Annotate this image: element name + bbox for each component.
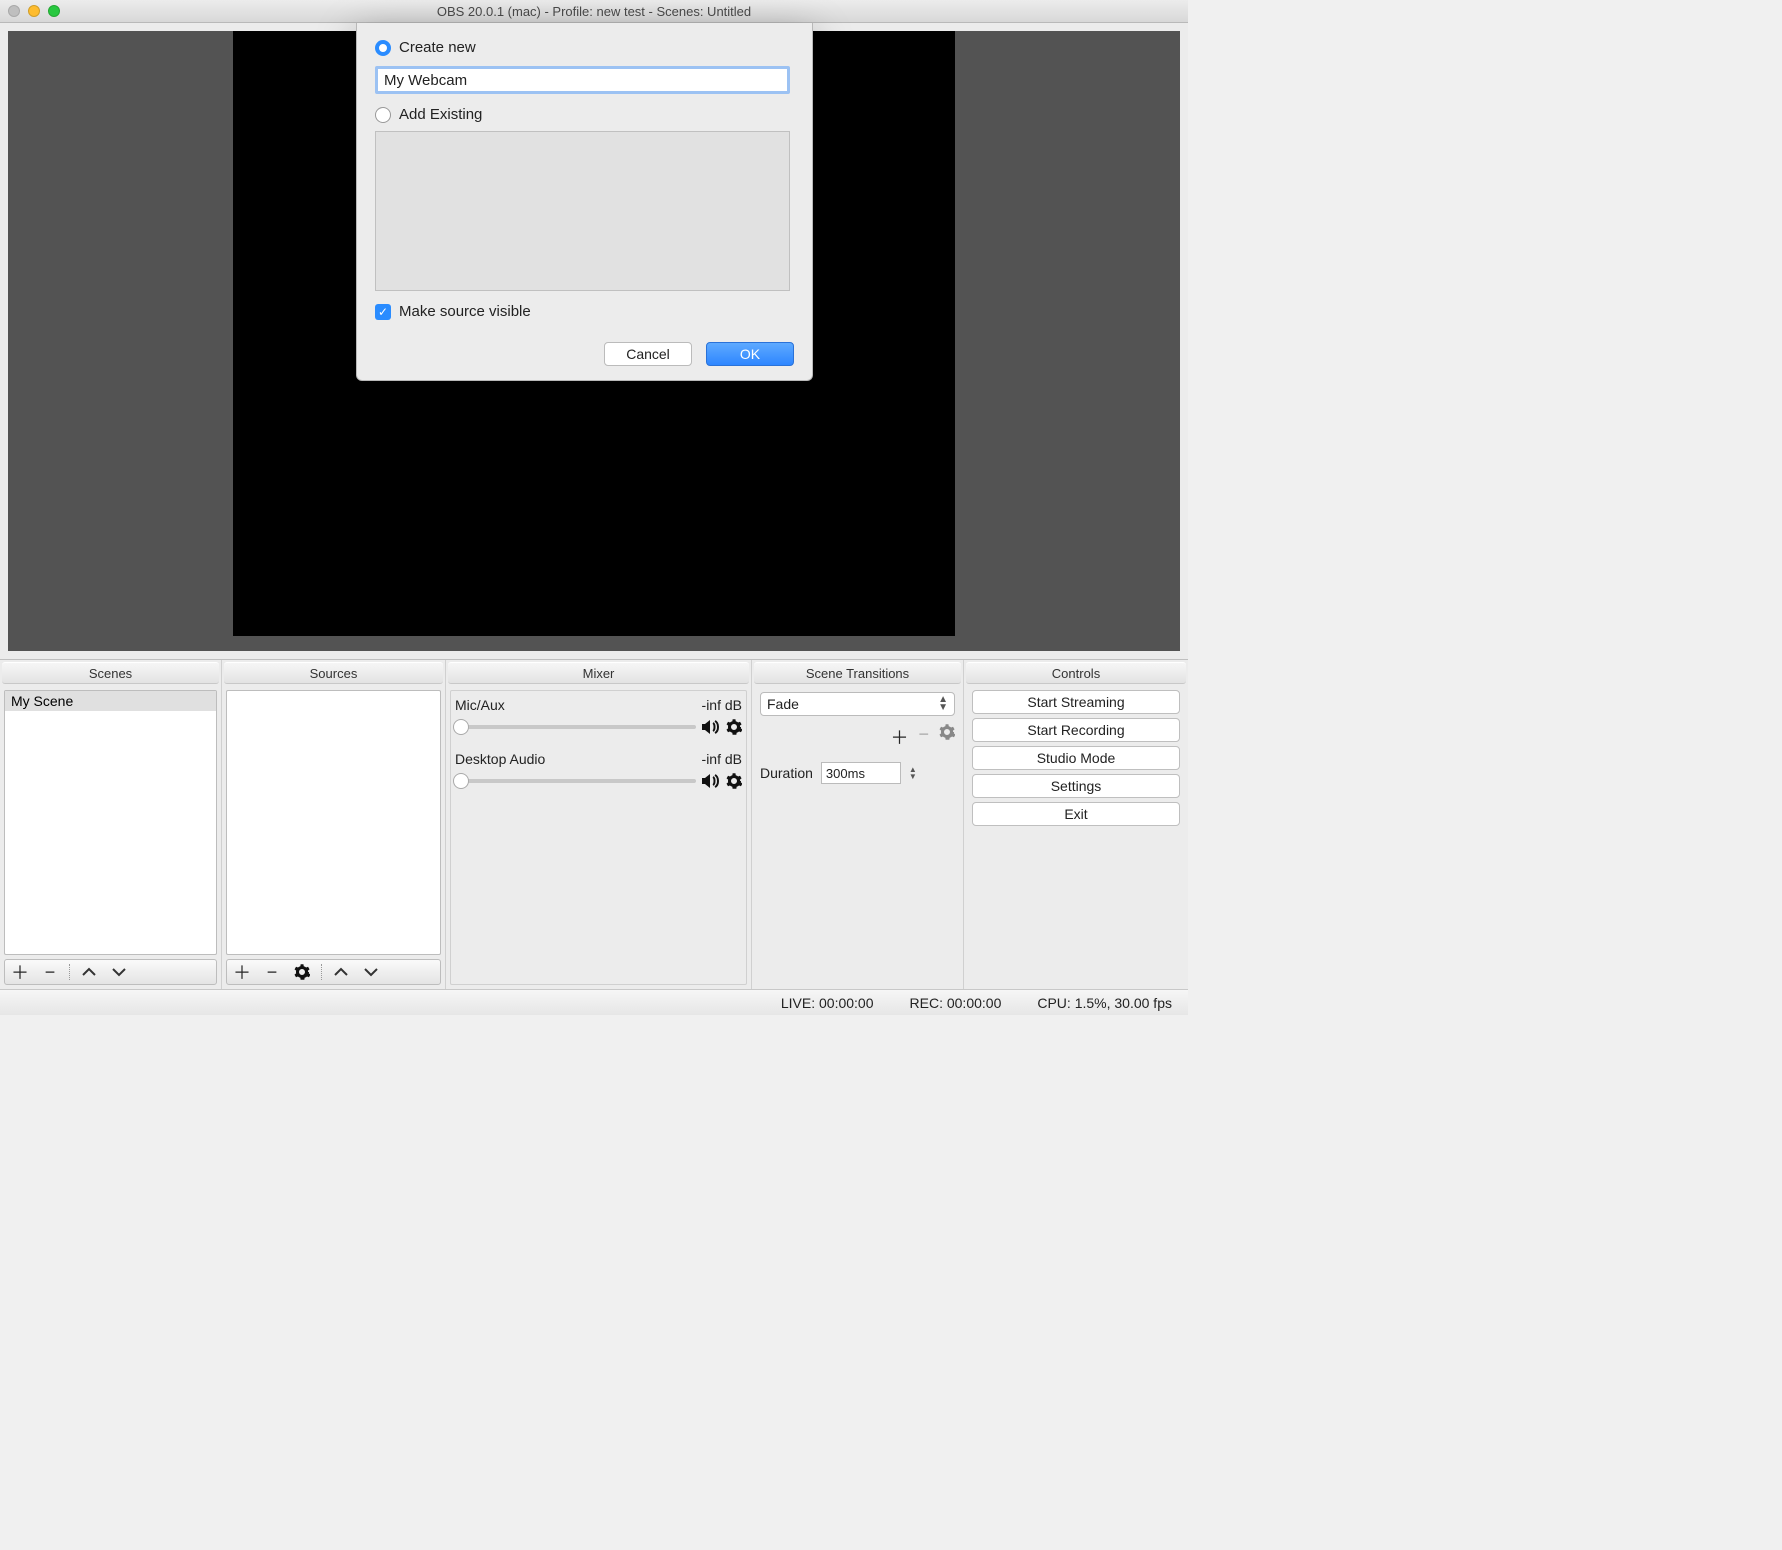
separator xyxy=(321,964,322,980)
mixer-channel-level: -inf dB xyxy=(702,697,742,713)
scene-up-button[interactable] xyxy=(74,960,104,984)
remove-transition-button[interactable]: − xyxy=(918,724,929,745)
transition-selected: Fade xyxy=(767,696,799,712)
status-bar: LIVE: 00:00:00 REC: 00:00:00 CPU: 1.5%, … xyxy=(0,989,1188,1015)
mixer-channel: Desktop Audio -inf dB xyxy=(455,751,742,789)
spinner-down[interactable]: ▼ xyxy=(909,773,917,780)
maximize-window-button[interactable] xyxy=(48,5,60,17)
gear-icon[interactable] xyxy=(726,719,742,735)
add-transition-button[interactable]: ＋ xyxy=(890,724,908,750)
status-live: LIVE: 00:00:00 xyxy=(781,995,874,1011)
close-window-button[interactable] xyxy=(8,5,20,17)
duration-label: Duration xyxy=(760,765,813,781)
mixer-header: Mixer xyxy=(448,662,749,684)
transition-properties-button[interactable] xyxy=(939,724,955,740)
plus-icon: ＋ xyxy=(233,959,251,985)
sources-panel: Sources ＋ − xyxy=(222,660,446,989)
sources-header: Sources xyxy=(224,662,443,684)
source-properties-button[interactable] xyxy=(287,960,317,984)
gear-icon xyxy=(939,724,955,740)
source-up-button[interactable] xyxy=(326,960,356,984)
plus-icon: ＋ xyxy=(11,959,29,985)
make-visible-label: Make source visible xyxy=(399,303,531,320)
gear-icon xyxy=(294,964,310,980)
source-down-button[interactable] xyxy=(356,960,386,984)
duration-spinner[interactable]: 300ms xyxy=(821,762,901,784)
ok-button[interactable]: OK xyxy=(706,342,794,366)
add-existing-option[interactable]: Add Existing xyxy=(375,106,794,123)
chevron-up-icon xyxy=(82,967,96,977)
remove-scene-button[interactable]: − xyxy=(35,960,65,984)
create-source-dialog: Create new Add Existing ✓ Make source vi… xyxy=(356,23,813,381)
start-recording-button[interactable]: Start Recording xyxy=(972,718,1180,742)
controls-panel: Controls Start Streaming Start Recording… xyxy=(964,660,1188,989)
create-new-option[interactable]: Create new xyxy=(375,39,794,56)
slider-thumb[interactable] xyxy=(453,719,469,735)
duration-value: 300ms xyxy=(826,766,865,781)
titlebar: OBS 20.0.1 (mac) - Profile: new test - S… xyxy=(0,0,1188,23)
scene-item[interactable]: My Scene xyxy=(5,691,216,711)
chevron-down-icon xyxy=(364,967,378,977)
checkbox-checked-icon: ✓ xyxy=(375,304,391,320)
radio-selected-icon xyxy=(375,40,391,56)
minimize-window-button[interactable] xyxy=(28,5,40,17)
slider-thumb[interactable] xyxy=(453,773,469,789)
minus-icon: − xyxy=(918,724,929,745)
scenes-list[interactable]: My Scene xyxy=(4,690,217,955)
scene-down-button[interactable] xyxy=(104,960,134,984)
mixer-channel: Mic/Aux -inf dB xyxy=(455,697,742,735)
mixer-channel-name: Desktop Audio xyxy=(455,751,545,767)
status-cpu: CPU: 1.5%, 30.00 fps xyxy=(1037,995,1172,1011)
sources-toolbar: ＋ − xyxy=(226,959,441,985)
mixer-volume-slider[interactable] xyxy=(455,779,696,783)
status-rec: REC: 00:00:00 xyxy=(910,995,1002,1011)
scenes-toolbar: ＋ − xyxy=(4,959,217,985)
window-controls xyxy=(8,5,60,17)
mixer-channel-name: Mic/Aux xyxy=(455,697,505,713)
plus-icon: ＋ xyxy=(890,724,908,750)
mixer-channel-level: -inf dB xyxy=(702,751,742,767)
transition-select[interactable]: Fade ▲▼ xyxy=(760,692,955,716)
source-name-input[interactable] xyxy=(375,66,790,94)
speaker-icon[interactable] xyxy=(702,773,720,789)
remove-source-button[interactable]: − xyxy=(257,960,287,984)
chevron-up-icon xyxy=(334,967,348,977)
cancel-button[interactable]: Cancel xyxy=(604,342,692,366)
studio-mode-button[interactable]: Studio Mode xyxy=(972,746,1180,770)
scenes-header: Scenes xyxy=(2,662,219,684)
create-new-label: Create new xyxy=(399,39,476,56)
make-visible-checkbox[interactable]: ✓ Make source visible xyxy=(375,303,794,320)
add-existing-label: Add Existing xyxy=(399,106,482,123)
add-scene-button[interactable]: ＋ xyxy=(5,960,35,984)
minus-icon: − xyxy=(45,962,56,983)
speaker-icon[interactable] xyxy=(702,719,720,735)
gear-icon[interactable] xyxy=(726,773,742,789)
chevron-down-icon xyxy=(112,967,126,977)
settings-button[interactable]: Settings xyxy=(972,774,1180,798)
scenes-panel: Scenes My Scene ＋ − xyxy=(0,660,222,989)
transitions-panel: Scene Transitions Fade ▲▼ ＋ − Duration 3… xyxy=(752,660,964,989)
mixer-volume-slider[interactable] xyxy=(455,725,696,729)
select-arrows-icon: ▲▼ xyxy=(938,696,948,712)
controls-header: Controls xyxy=(966,662,1186,684)
exit-button[interactable]: Exit xyxy=(972,802,1180,826)
mixer-panel: Mixer Mic/Aux -inf dB Desktop Audio -inf… xyxy=(446,660,752,989)
sources-list[interactable] xyxy=(226,690,441,955)
radio-unselected-icon xyxy=(375,107,391,123)
window-title: OBS 20.0.1 (mac) - Profile: new test - S… xyxy=(437,4,751,19)
transitions-header: Scene Transitions xyxy=(754,662,961,684)
add-source-button[interactable]: ＋ xyxy=(227,960,257,984)
separator xyxy=(69,964,70,980)
existing-sources-list[interactable] xyxy=(375,131,790,291)
start-streaming-button[interactable]: Start Streaming xyxy=(972,690,1180,714)
minus-icon: − xyxy=(267,962,278,983)
panels-row: Scenes My Scene ＋ − Sources ＋ − xyxy=(0,659,1188,989)
